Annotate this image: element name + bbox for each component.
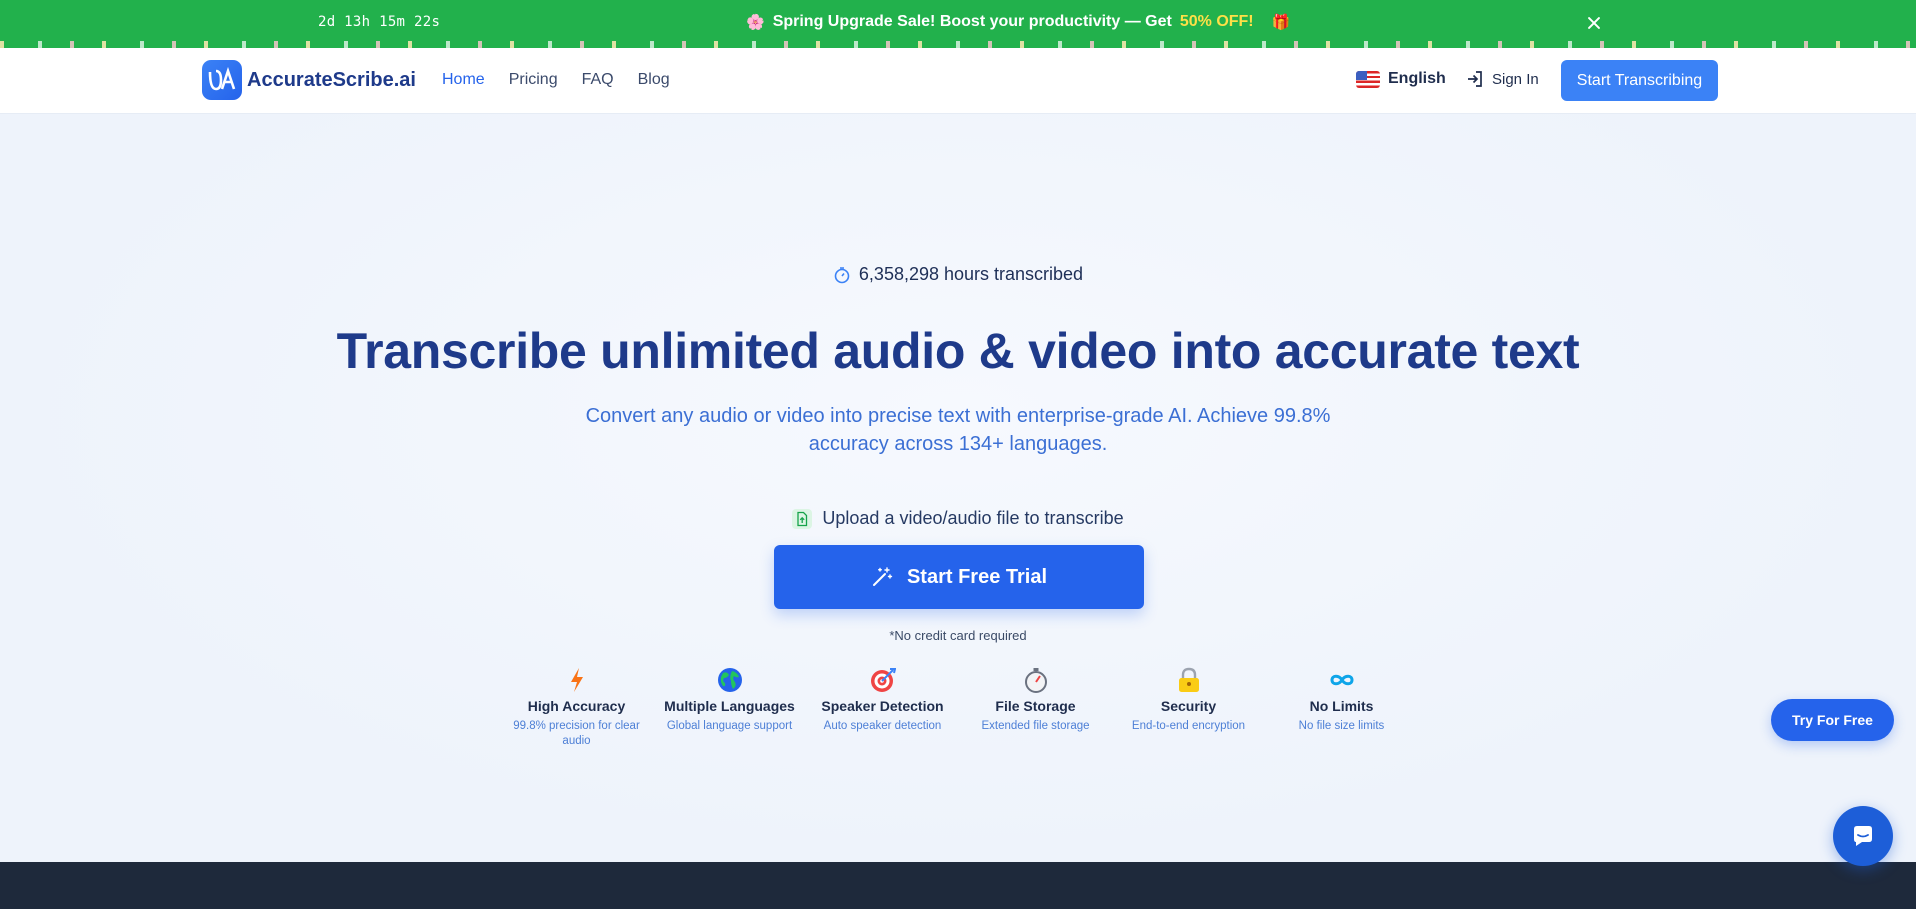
feature-desc: End-to-end encryption bbox=[1131, 720, 1246, 732]
feature-speaker-detection: Speaker Detection Auto speaker detection bbox=[806, 666, 959, 749]
navbar: AccurateScribe.ai Home Pricing FAQ Blog … bbox=[0, 48, 1916, 114]
logo-icon bbox=[202, 60, 242, 100]
us-flag-icon bbox=[1356, 70, 1380, 88]
magic-wand-icon bbox=[872, 567, 893, 586]
file-upload-icon bbox=[792, 508, 813, 529]
hero-subheading: Convert any audio or video into precise … bbox=[585, 405, 1331, 455]
no-credit-card-note: *No credit card required bbox=[889, 628, 1027, 643]
lightning-icon bbox=[570, 668, 583, 692]
stopwatch-icon bbox=[1024, 668, 1047, 693]
promo-discount: 50% OFF! bbox=[1179, 13, 1254, 30]
feature-desc: Global language support bbox=[666, 720, 793, 732]
sign-in-link[interactable]: Sign In bbox=[1466, 70, 1539, 88]
nav-links: Home Pricing FAQ Blog bbox=[442, 71, 694, 89]
nav-blog[interactable]: Blog bbox=[638, 71, 670, 89]
upload-hint-label: Upload a video/audio file to transcribe bbox=[822, 508, 1124, 528]
feature-list: High Accuracy 99.8% precision for clear … bbox=[500, 666, 1418, 749]
promo-banner: 2d 13h 15m 22s 🌸 Spring Upgrade Sale! Bo… bbox=[0, 0, 1916, 48]
start-free-trial-label: Start Free Trial bbox=[906, 565, 1048, 588]
gift-icon: 🎁 bbox=[1271, 14, 1291, 31]
feature-no-limits: No Limits No file size limits bbox=[1265, 666, 1418, 749]
start-free-trial-button[interactable]: Start Free Trial bbox=[774, 545, 1144, 609]
hero-headline: Transcribe unlimited audio & video into … bbox=[336, 323, 1580, 379]
start-transcribing-button[interactable]: Start Transcribing bbox=[1561, 60, 1718, 101]
feature-title: File Storage bbox=[995, 698, 1076, 714]
feature-high-accuracy: High Accuracy 99.8% precision for clear … bbox=[500, 666, 653, 749]
hero-section: 6,358,298 hours transcribed Transcribe u… bbox=[0, 114, 1916, 862]
feature-desc: Extended file storage bbox=[981, 720, 1090, 732]
feature-title: Multiple Languages bbox=[664, 698, 795, 714]
lock-icon bbox=[1178, 667, 1199, 692]
brand-name: AccurateScribe.ai bbox=[247, 68, 416, 91]
promo-decoration bbox=[0, 41, 1916, 48]
close-icon[interactable] bbox=[1585, 14, 1603, 32]
footer-section bbox=[0, 862, 1916, 909]
feature-file-storage: File Storage Extended file storage bbox=[959, 666, 1112, 749]
feature-title: No Limits bbox=[1309, 698, 1374, 714]
promo-message[interactable]: 🌸 Spring Upgrade Sale! Boost your produc… bbox=[746, 13, 1290, 31]
nav-pricing[interactable]: Pricing bbox=[509, 71, 558, 89]
feature-desc: Auto speaker detection bbox=[823, 720, 942, 732]
feature-multiple-languages: Multiple Languages Global language suppo… bbox=[653, 666, 806, 749]
sign-in-label: Sign In bbox=[1492, 70, 1539, 88]
chat-widget-button[interactable] bbox=[1833, 806, 1893, 866]
feature-security: Security End-to-end encryption bbox=[1112, 666, 1265, 749]
flower-icon: 🌸 bbox=[746, 14, 765, 31]
nav-faq[interactable]: FAQ bbox=[582, 71, 614, 89]
chat-icon bbox=[1854, 826, 1872, 846]
hours-stat: 6,358,298 hours transcribed bbox=[0, 264, 1916, 285]
globe-icon bbox=[717, 668, 742, 692]
feature-title: Speaker Detection bbox=[821, 698, 944, 714]
feature-desc: 99.8% precision for clear audio bbox=[513, 720, 640, 747]
feature-title: High Accuracy bbox=[527, 698, 626, 714]
try-for-free-button[interactable]: Try For Free bbox=[1771, 699, 1894, 741]
nav-home[interactable]: Home bbox=[442, 71, 485, 89]
feature-desc: No file size limits bbox=[1298, 720, 1385, 732]
infinity-icon bbox=[1329, 674, 1354, 686]
language-label: English bbox=[1388, 70, 1446, 87]
language-selector[interactable]: English bbox=[1356, 70, 1446, 88]
promo-countdown: 2d 13h 15m 22s bbox=[318, 14, 441, 30]
sign-in-icon bbox=[1468, 71, 1482, 87]
target-icon bbox=[870, 668, 896, 692]
timer-icon bbox=[834, 266, 850, 283]
hours-stat-text: 6,358,298 hours transcribed bbox=[858, 264, 1084, 284]
feature-title: Security bbox=[1160, 698, 1217, 714]
brand-logo[interactable]: AccurateScribe.ai bbox=[202, 60, 416, 100]
upload-hint[interactable]: Upload a video/audio file to transcribe bbox=[0, 508, 1916, 529]
promo-text: Spring Upgrade Sale! Boost your producti… bbox=[772, 13, 1172, 30]
